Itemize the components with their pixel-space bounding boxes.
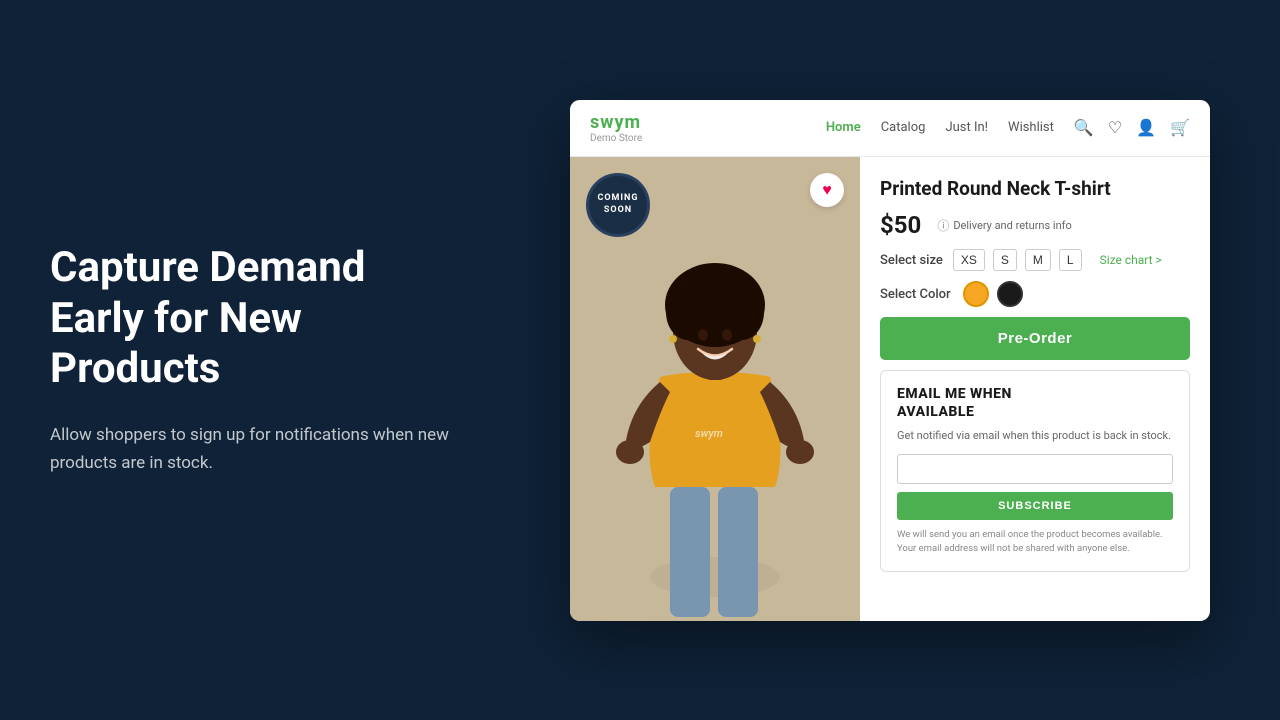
size-label: Select size [880, 253, 943, 268]
wishlist-button[interactable]: ♥ [810, 173, 844, 207]
info-icon: ⓘ [937, 217, 949, 234]
heart-icon[interactable]: ♡ [1108, 118, 1122, 137]
right-panel: swym Demo Store Home Catalog Just In! Wi… [500, 80, 1280, 641]
nav-links: Home Catalog Just In! Wishlist [826, 120, 1054, 135]
coming-soon-badge: COMINGSOON [586, 173, 650, 237]
nav: swym Demo Store Home Catalog Just In! Wi… [570, 100, 1210, 157]
brand-sub: Demo Store [590, 133, 642, 144]
preorder-button[interactable]: Pre-Order [880, 317, 1190, 360]
nav-icons: 🔍 ♡ 👤 🛒 [1074, 118, 1190, 137]
size-s[interactable]: S [993, 249, 1017, 271]
email-input[interactable] [897, 454, 1173, 484]
storefront-card: swym Demo Store Home Catalog Just In! Wi… [570, 100, 1210, 621]
color-swatch-black[interactable] [997, 281, 1023, 307]
product-image-wrap: COMINGSOON ♥ [570, 157, 860, 621]
size-options: XS S M L [953, 249, 1082, 271]
nav-just-in[interactable]: Just In! [945, 120, 988, 135]
size-row: Select size XS S M L Size chart > [880, 249, 1190, 271]
nav-catalog[interactable]: Catalog [881, 120, 926, 135]
nav-wishlist[interactable]: Wishlist [1008, 120, 1054, 135]
color-row: Select Color [880, 281, 1190, 307]
svg-text:swym: swym [695, 427, 723, 440]
color-swatch-orange[interactable] [963, 281, 989, 307]
product-price: $50 [880, 211, 921, 239]
nav-brand: swym Demo Store [590, 112, 642, 144]
search-icon[interactable]: 🔍 [1074, 118, 1094, 137]
size-chart-link[interactable]: Size chart > [1100, 253, 1162, 267]
headline: Capture Demand Early for New Products [50, 243, 450, 394]
cart-icon[interactable]: 🛒 [1170, 118, 1190, 137]
badge-text: COMINGSOON [597, 193, 638, 216]
size-xs[interactable]: XS [953, 249, 985, 271]
delivery-info: ⓘ Delivery and returns info [937, 217, 1071, 234]
email-notify-title: EMAIL ME WHENAVAILABLE [897, 385, 1173, 421]
wishlist-heart-icon: ♥ [822, 180, 832, 200]
size-m[interactable]: M [1025, 249, 1051, 271]
product-area: COMINGSOON ♥ [570, 157, 1210, 621]
brand-name: swym [590, 112, 642, 133]
product-details: Printed Round Neck T-shirt $50 ⓘ Deliver… [860, 157, 1210, 621]
size-l[interactable]: L [1059, 249, 1082, 271]
email-disclaimer: We will send you an email once the produ… [897, 528, 1173, 557]
color-label: Select Color [880, 287, 951, 302]
subscribe-button[interactable]: SUBSCRIBE [897, 492, 1173, 520]
color-options [963, 281, 1023, 307]
subtext: Allow shoppers to sign up for notificati… [50, 422, 450, 476]
nav-home[interactable]: Home [826, 120, 861, 135]
email-notify-desc: Get notified via email when this product… [897, 428, 1173, 445]
price-row: $50 ⓘ Delivery and returns info [880, 211, 1190, 239]
account-icon[interactable]: 👤 [1136, 118, 1156, 137]
left-panel: Capture Demand Early for New Products Al… [0, 183, 500, 537]
email-notify-box: EMAIL ME WHENAVAILABLE Get notified via … [880, 370, 1190, 571]
product-title: Printed Round Neck T-shirt [880, 177, 1190, 202]
